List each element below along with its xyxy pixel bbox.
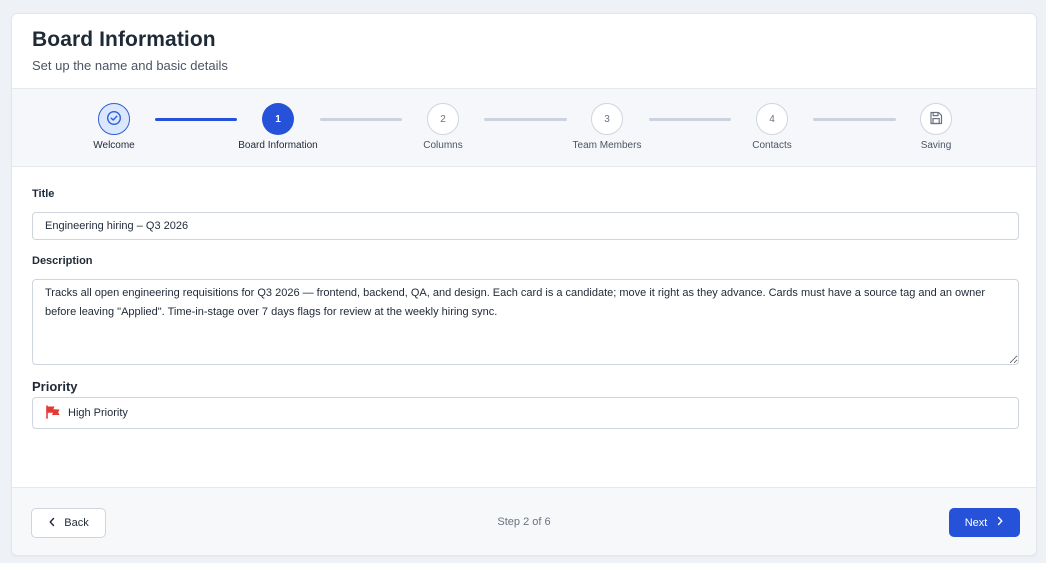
step-connector-4 bbox=[649, 118, 731, 121]
step-marker bbox=[98, 103, 130, 135]
step-connector-2 bbox=[320, 118, 402, 121]
flag-icon bbox=[45, 404, 61, 422]
step-label: Saving bbox=[920, 140, 952, 151]
stepper: Welcome 1 Board Information 2 Columns 3 … bbox=[12, 88, 1036, 167]
step-connector-1 bbox=[155, 118, 237, 121]
wizard-header: Board Information Set up the name and ba… bbox=[12, 14, 1036, 88]
step-label: Contacts bbox=[752, 140, 792, 151]
title-input[interactable] bbox=[32, 212, 1019, 240]
wizard-footer: Back Step 2 of 6 Next bbox=[12, 487, 1036, 555]
step-connector-3 bbox=[484, 118, 567, 121]
chevron-right-icon bbox=[996, 516, 1004, 529]
step-label: Board Information bbox=[238, 140, 318, 151]
step-label: Welcome bbox=[93, 140, 135, 151]
save-icon bbox=[928, 110, 944, 129]
wizard-card: Board Information Set up the name and ba… bbox=[11, 13, 1037, 556]
priority-select[interactable]: High Priority bbox=[32, 397, 1019, 429]
priority-label: Priority bbox=[32, 379, 78, 394]
step-marker: 1 bbox=[262, 103, 294, 135]
page-title: Board Information bbox=[32, 28, 216, 51]
description-label: Description bbox=[32, 255, 93, 267]
step-marker bbox=[920, 103, 952, 135]
check-circle-icon bbox=[106, 110, 122, 129]
step-marker: 4 bbox=[756, 103, 788, 135]
step-label: Columns bbox=[423, 140, 463, 151]
step-label: Team Members bbox=[572, 140, 642, 151]
step-marker: 2 bbox=[427, 103, 459, 135]
page-subtitle: Set up the name and basic details bbox=[32, 58, 228, 73]
step-indicator: Step 2 of 6 bbox=[497, 516, 551, 528]
step-marker: 3 bbox=[591, 103, 623, 135]
title-label: Title bbox=[32, 188, 55, 200]
next-button[interactable]: Next bbox=[949, 508, 1020, 537]
next-button-label: Next bbox=[964, 516, 988, 529]
description-textarea[interactable]: Tracks all open engineering requisitions… bbox=[32, 279, 1019, 365]
priority-value: High Priority bbox=[68, 407, 128, 419]
step-connector-5 bbox=[813, 118, 896, 121]
